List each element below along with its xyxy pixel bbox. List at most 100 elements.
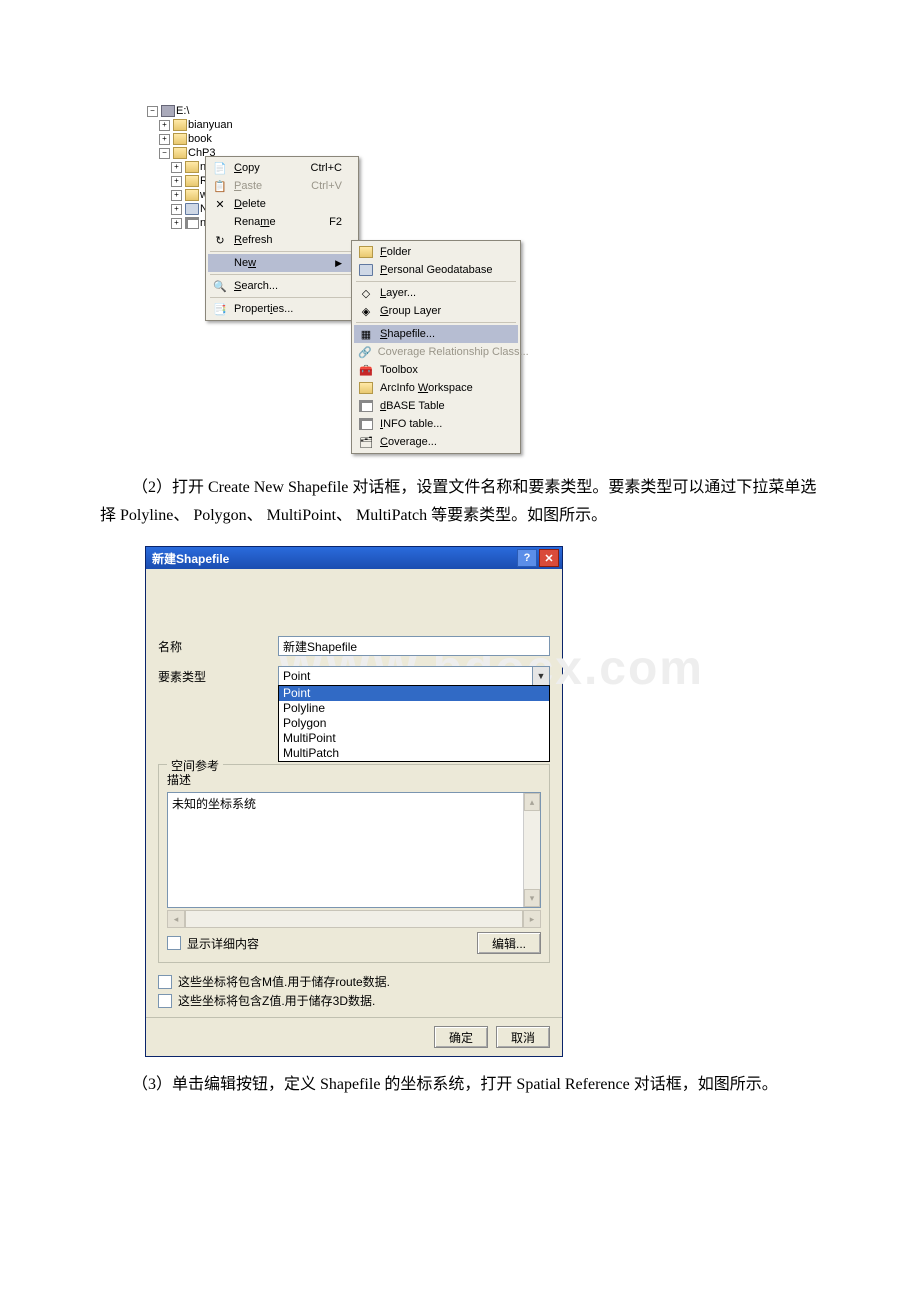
collapse-icon[interactable]: − <box>147 106 158 117</box>
folder-icon <box>173 119 187 131</box>
paragraph-2: （2）打开 Create New Shapefile 对话框，设置文件名称和要素… <box>100 474 820 530</box>
group-layer-icon: ◈ <box>358 304 374 318</box>
menu-separator <box>210 251 354 252</box>
submenu-arrow-icon: ▶ <box>335 258 342 269</box>
submenu-toolbox[interactable]: 🧰Toolbox <box>354 361 518 379</box>
tree-root[interactable]: − E:\ <box>147 104 623 118</box>
dropdown-option[interactable]: Point <box>279 686 549 701</box>
table-icon <box>358 417 374 431</box>
submenu-coverage[interactable]: 🗂Coverage... <box>354 433 518 451</box>
help-button[interactable]: ? <box>517 549 537 567</box>
expand-icon[interactable]: + <box>171 190 182 201</box>
close-button[interactable]: ✕ <box>539 549 559 567</box>
horizontal-scrollbar[interactable]: ◂ ▸ <box>167 910 541 928</box>
submenu-info-table[interactable]: INFO table... <box>354 415 518 433</box>
coord-system-box: 未知的坐标系统 ▴ ▾ <box>167 792 541 908</box>
dropdown-option[interactable]: MultiPoint <box>279 731 549 746</box>
folder-icon <box>173 147 187 159</box>
new-submenu: Folder Personal Geodatabase ◇Layer... ◈G… <box>351 240 521 454</box>
menu-separator <box>210 297 354 298</box>
z-values-label: 这些坐标将包含Z值.用于储存3D数据. <box>178 992 375 1009</box>
dropdown-option[interactable]: MultiPatch <box>279 746 549 761</box>
context-menu: 📄 CCopyopy Ctrl+C 📋 Paste Ctrl+V ✕ Delet… <box>205 156 359 321</box>
feature-type-label: 要素类型 <box>158 668 278 685</box>
description-label: 描述 <box>167 771 541 788</box>
coverage-icon: 🗂 <box>358 435 374 449</box>
submenu-dbase[interactable]: dBASE Table <box>354 397 518 415</box>
menu-refresh[interactable]: ↻ Refresh <box>208 231 356 249</box>
layer-icon: ◇ <box>358 286 374 300</box>
drive-icon <box>161 105 175 117</box>
spatial-ref-legend: 空间参考 <box>167 757 223 774</box>
dialog-titlebar: 新建Shapefile ? ✕ <box>146 547 562 569</box>
dropdown-option[interactable]: Polyline <box>279 701 549 716</box>
table-icon <box>358 399 374 413</box>
name-input[interactable] <box>278 636 550 656</box>
tree-item[interactable]: +book <box>159 132 623 146</box>
submenu-group-layer[interactable]: ◈Group Layer <box>354 302 518 320</box>
create-shapefile-dialog: 新建Shapefile ? ✕ WWW.bdocx.com 名称 要素类型 ▼ … <box>145 546 563 1057</box>
shapefile-icon: ▦ <box>358 327 374 341</box>
submenu-shapefile[interactable]: ▦Shapefile... <box>354 325 518 343</box>
expand-icon[interactable]: + <box>171 204 182 215</box>
expand-icon[interactable]: + <box>171 218 182 229</box>
collapse-icon[interactable]: − <box>159 148 170 159</box>
menu-delete[interactable]: ✕ Delete <box>208 195 356 213</box>
expand-icon[interactable]: + <box>159 120 170 131</box>
menu-properties[interactable]: 📑 Properties... <box>208 300 356 318</box>
delete-icon: ✕ <box>212 197 228 211</box>
tree-label: E:\ <box>176 104 189 118</box>
menu-separator <box>210 274 354 275</box>
folder-icon <box>185 161 199 173</box>
folder-icon <box>358 381 374 395</box>
feature-type-select[interactable] <box>278 666 533 686</box>
expand-icon[interactable]: + <box>171 176 182 187</box>
refresh-icon: ↻ <box>212 233 228 247</box>
expand-icon[interactable]: + <box>171 162 182 173</box>
paste-icon: 📋 <box>212 179 228 193</box>
menu-separator <box>356 322 516 323</box>
catalog-tree-figure: − E:\ +bianyuan +book −ChP3 +ne +Re +we … <box>145 100 625 420</box>
scroll-up-icon[interactable]: ▴ <box>524 793 540 811</box>
edit-button[interactable]: 编辑... <box>477 932 541 954</box>
menu-paste: 📋 Paste Ctrl+V <box>208 177 356 195</box>
dialog-title: 新建Shapefile <box>152 550 229 567</box>
scroll-down-icon[interactable]: ▾ <box>524 889 540 907</box>
toolbox-icon: 🧰 <box>358 363 374 377</box>
expand-icon[interactable]: + <box>159 134 170 145</box>
z-values-checkbox[interactable] <box>158 994 172 1008</box>
name-label: 名称 <box>158 638 278 655</box>
search-icon: 🔍 <box>212 279 228 293</box>
dropdown-option[interactable]: Polygon <box>279 716 549 731</box>
copy-icon: 📄 <box>212 161 228 175</box>
table-icon <box>185 217 199 229</box>
geodatabase-icon <box>185 203 199 215</box>
menu-search[interactable]: 🔍 Search... <box>208 277 356 295</box>
submenu-folder[interactable]: Folder <box>354 243 518 261</box>
vertical-scrollbar[interactable]: ▴ ▾ <box>523 793 540 907</box>
ok-button[interactable]: 确定 <box>434 1026 488 1048</box>
cancel-button[interactable]: 取消 <box>496 1026 550 1048</box>
scroll-right-icon[interactable]: ▸ <box>523 910 541 928</box>
properties-icon: 📑 <box>212 302 228 316</box>
scroll-left-icon[interactable]: ◂ <box>167 910 185 928</box>
submenu-coverage-rel: 🔗Coverage Relationship Class... <box>354 343 518 361</box>
m-values-label: 这些坐标将包含M值.用于储存route数据. <box>178 973 390 990</box>
tree-item[interactable]: +bianyuan <box>159 118 623 132</box>
folder-icon <box>173 133 187 145</box>
folder-icon <box>185 189 199 201</box>
submenu-layer[interactable]: ◇Layer... <box>354 284 518 302</box>
show-detail-checkbox[interactable] <box>167 936 181 950</box>
menu-copy[interactable]: 📄 CCopyopy Ctrl+C <box>208 159 356 177</box>
menu-separator <box>356 281 516 282</box>
paragraph-3: （3）单击编辑按钮，定义 Shapefile 的坐标系统，打开 Spatial … <box>100 1071 820 1099</box>
submenu-arcinfo-ws[interactable]: ArcInfo Workspace <box>354 379 518 397</box>
feature-type-dropdown: Point Polyline Polygon MultiPoint MultiP… <box>278 685 550 762</box>
m-values-checkbox[interactable] <box>158 975 172 989</box>
menu-new[interactable]: New ▶ <box>208 254 356 272</box>
folder-icon <box>358 245 374 259</box>
menu-rename[interactable]: Rename F2 <box>208 213 356 231</box>
submenu-pgdb[interactable]: Personal Geodatabase <box>354 261 518 279</box>
dropdown-button[interactable]: ▼ <box>532 666 550 686</box>
relationship-icon: 🔗 <box>358 345 372 359</box>
